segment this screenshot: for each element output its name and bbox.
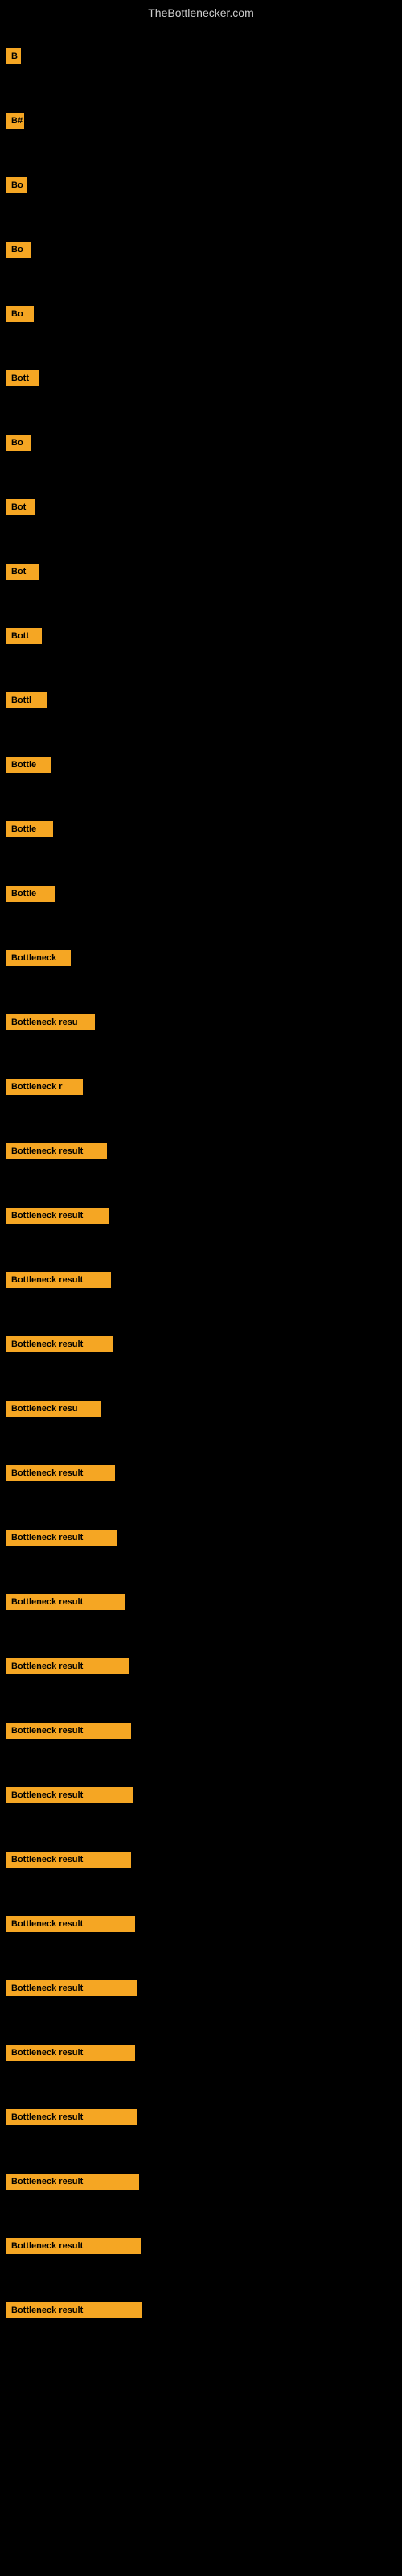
label-box: Bottleneck r [6, 1079, 83, 1095]
list-item: Bottleneck result [0, 1699, 402, 1763]
label-box: Bottleneck result [6, 1530, 117, 1546]
label-box: Bo [6, 242, 31, 258]
list-item: Bottleneck result [0, 1827, 402, 1892]
list-item: Bottl [0, 668, 402, 733]
list-item: Bo [0, 282, 402, 346]
label-box: Bottleneck result [6, 1336, 113, 1352]
list-item: Bottleneck result [0, 1119, 402, 1183]
list-item: Bottle [0, 733, 402, 797]
list-item: Bottleneck result [0, 1956, 402, 2021]
label-box: Bottleneck result [6, 1143, 107, 1159]
label-box: Bottleneck result [6, 2109, 137, 2125]
list-item: Bottleneck result [0, 1248, 402, 1312]
list-item: Bot [0, 475, 402, 539]
list-item: Bottleneck result [0, 1892, 402, 1956]
label-box: Bottl [6, 692, 47, 708]
label-box: Bot [6, 564, 39, 580]
label-box: B# [6, 113, 24, 129]
label-box: Bottleneck result [6, 1208, 109, 1224]
label-box: Bottleneck result [6, 2302, 142, 2318]
list-item: Bottleneck result [0, 2278, 402, 2343]
list-item: Bottleneck result [0, 1634, 402, 1699]
list-item: Bottle [0, 797, 402, 861]
label-box: Bottleneck result [6, 1980, 137, 1996]
list-item: Bot [0, 539, 402, 604]
list-item: B# [0, 89, 402, 153]
label-box: Bottle [6, 757, 51, 773]
list-item: Bott [0, 346, 402, 411]
list-item: Bottleneck result [0, 2214, 402, 2278]
list-item: Bottleneck r [0, 1055, 402, 1119]
label-box: Bottleneck result [6, 1465, 115, 1481]
list-item: Bottleneck result [0, 1312, 402, 1377]
label-box: Bottleneck result [6, 1594, 125, 1610]
list-item: Bottleneck result [0, 1441, 402, 1505]
label-box: Bot [6, 499, 35, 515]
list-item: Bottleneck result [0, 1570, 402, 1634]
list-item: Bottleneck resu [0, 990, 402, 1055]
list-item: Bottle [0, 861, 402, 926]
list-item: Bottleneck result [0, 2085, 402, 2149]
label-box: Bottleneck result [6, 2045, 135, 2061]
label-box: Bottleneck result [6, 1852, 131, 1868]
label-box: Bottleneck result [6, 2174, 139, 2190]
list-item: Bottleneck result [0, 1183, 402, 1248]
label-box: Bottle [6, 821, 53, 837]
list-item: Bottleneck result [0, 2021, 402, 2085]
label-box: Bott [6, 628, 42, 644]
items-container: B B# Bo Bo Bo Bott Bo Bot Bot Bott Bottl Bottle Bott… [0, 24, 402, 2343]
list-item: Bottleneck result [0, 1505, 402, 1570]
label-box: Bottleneck result [6, 1272, 111, 1288]
list-item: Bottleneck [0, 926, 402, 990]
label-box: Bo [6, 306, 34, 322]
site-title: TheBottlenecker.com [0, 0, 402, 26]
label-box: Bottleneck result [6, 2238, 141, 2254]
label-box: Bo [6, 435, 31, 451]
list-item: Bottleneck result [0, 1763, 402, 1827]
label-box: Bottleneck [6, 950, 71, 966]
label-box: Bo [6, 177, 27, 193]
label-box: Bottleneck result [6, 1658, 129, 1674]
list-item: Bo [0, 411, 402, 475]
list-item: Bottleneck resu [0, 1377, 402, 1441]
label-box: Bott [6, 370, 39, 386]
label-box: Bottleneck result [6, 1787, 133, 1803]
list-item: Bo [0, 153, 402, 217]
list-item: Bo [0, 217, 402, 282]
label-box: B [6, 48, 21, 64]
label-box: Bottleneck result [6, 1916, 135, 1932]
list-item: Bottleneck result [0, 2149, 402, 2214]
list-item: Bott [0, 604, 402, 668]
label-box: Bottleneck result [6, 1723, 131, 1739]
list-item: B [0, 24, 402, 89]
label-box: Bottleneck resu [6, 1014, 95, 1030]
label-box: Bottleneck resu [6, 1401, 101, 1417]
label-box: Bottle [6, 886, 55, 902]
